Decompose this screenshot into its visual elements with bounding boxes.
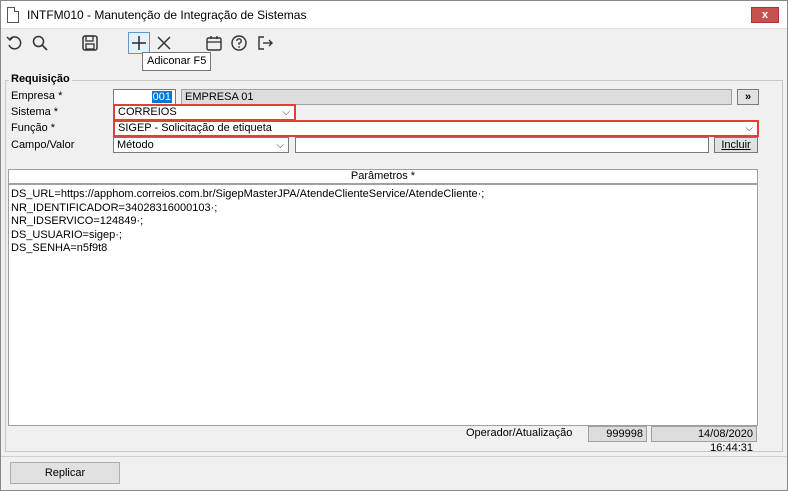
app-document-icon (7, 7, 19, 23)
incluir-button[interactable]: Incluir (714, 137, 758, 153)
param-line: DS_URL=https://apphom.correios.com.br/Si… (11, 188, 485, 200)
add-tooltip: Adiconar F5 (142, 52, 212, 71)
toolbar (1, 30, 787, 56)
sistema-select[interactable]: CORREIOS ⌵ (113, 104, 296, 121)
close-button[interactable]: x (751, 7, 779, 23)
chevron-down-icon: ⌵ (276, 140, 284, 151)
replicar-button[interactable]: Replicar (10, 462, 120, 484)
title-bar: INTFM010 - Manutenção de Integração de S… (1, 1, 787, 29)
valor-input[interactable] (295, 137, 709, 153)
search-icon[interactable] (29, 32, 51, 54)
operador-atualizacao-label: Operador/Atualização (466, 427, 573, 439)
campo-value: Método (117, 139, 154, 151)
atualizacao-field: 14/08/2020 16:44:31 (651, 426, 757, 454)
empresa-lookup-button[interactable]: » (737, 89, 759, 105)
param-line: DS_USUARIO=sigep·; (11, 228, 122, 241)
parametros-header: Parâmetros * (8, 169, 758, 184)
parametros-textarea[interactable]: DS_URL=https://apphom.correios.com.br/Si… (8, 184, 758, 426)
exit-icon[interactable] (254, 32, 276, 54)
funcao-value: SIGEP - Solicitação de etiqueta (118, 122, 272, 134)
footer-divider (1, 456, 787, 457)
sistema-label: Sistema * (11, 106, 59, 118)
save-icon[interactable] (79, 32, 101, 54)
campo-valor-label: Campo/Valor (11, 139, 75, 151)
chevron-down-icon: ⌵ (745, 123, 753, 134)
empresa-label: Empresa * (11, 90, 63, 102)
operador-field: 999998 (588, 426, 647, 442)
window-title: INTFM010 - Manutenção de Integração de S… (27, 8, 307, 22)
param-line: DS_SENHA=n5f9t8 (11, 242, 108, 254)
delete-icon[interactable] (153, 32, 175, 54)
funcao-label: Função * (11, 122, 56, 134)
funcao-select[interactable]: SIGEP - Solicitação de etiqueta ⌵ (113, 120, 759, 137)
requisicao-group-title: Requisição (9, 73, 72, 85)
sistema-value: CORREIOS (118, 106, 177, 118)
campo-select[interactable]: Método ⌵ (113, 137, 289, 153)
empresa-code-value: 001 (151, 91, 172, 103)
calendar-icon[interactable] (203, 32, 225, 54)
empresa-code-input[interactable]: 001 (113, 89, 176, 105)
param-line: NR_IDSERVICO=124849·; (11, 215, 144, 227)
undo-icon[interactable] (3, 32, 25, 54)
add-icon[interactable] (128, 32, 150, 54)
chevron-down-icon: ⌵ (282, 107, 290, 118)
empresa-name-field: EMPRESA 01 (181, 89, 732, 105)
help-icon[interactable] (228, 32, 250, 54)
main-window: INTFM010 - Manutenção de Integração de S… (0, 0, 788, 491)
param-line: NR_IDENTIFICADOR=34028316000103·; (11, 201, 218, 214)
